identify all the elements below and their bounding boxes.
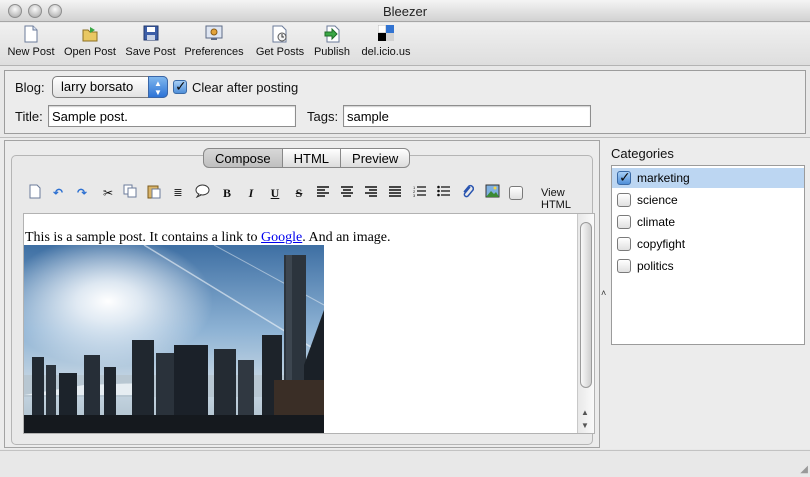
delicious-icon bbox=[357, 24, 415, 45]
open-post-button[interactable]: Open Post bbox=[60, 25, 120, 58]
new-document-icon[interactable] bbox=[26, 184, 44, 202]
title-bar: Bleezer bbox=[0, 0, 810, 22]
category-label: science bbox=[637, 193, 678, 207]
view-html-checkbox[interactable] bbox=[509, 186, 523, 200]
status-bar: ◢ bbox=[0, 450, 810, 477]
main-area: Compose HTML Preview ↶ ↷ ✂ ≣ B I U S 1 2… bbox=[0, 137, 810, 449]
blog-select[interactable]: larry borsato ▲ ▼ bbox=[52, 76, 168, 98]
publish-label: Publish bbox=[313, 46, 351, 58]
toolbar: New Post Open Post Save Post Preferences… bbox=[0, 23, 810, 66]
category-item[interactable]: politics bbox=[612, 256, 804, 276]
delicious-label: del.icio.us bbox=[361, 46, 411, 58]
svg-text:3: 3 bbox=[413, 193, 416, 197]
ordered-list-icon[interactable]: 123 bbox=[410, 184, 428, 202]
new-post-label: New Post bbox=[7, 46, 55, 58]
quote-icon[interactable] bbox=[193, 184, 211, 202]
publish-icon bbox=[310, 25, 354, 45]
underline-icon[interactable]: U bbox=[266, 184, 284, 202]
title-input[interactable]: Sample post. bbox=[48, 105, 296, 127]
select-arrows-icon: ▲ ▼ bbox=[148, 76, 168, 98]
category-item[interactable]: science bbox=[612, 190, 804, 210]
copy-icon[interactable] bbox=[121, 184, 139, 202]
category-label: climate bbox=[637, 215, 676, 229]
category-checkbox[interactable] bbox=[617, 259, 631, 273]
unordered-list-icon[interactable] bbox=[434, 184, 452, 202]
clear-after-posting-label: Clear after posting bbox=[192, 80, 299, 95]
open-post-icon bbox=[60, 25, 120, 45]
category-item[interactable]: ✓ marketing bbox=[612, 168, 804, 188]
justify-icon[interactable] bbox=[386, 184, 404, 202]
clear-after-posting-checkbox[interactable]: ✓ bbox=[173, 78, 187, 94]
editor-scrollbar[interactable]: ▲ ▼ bbox=[577, 214, 594, 433]
tab-compose[interactable]: Compose bbox=[203, 148, 283, 168]
google-link[interactable]: Google bbox=[261, 230, 302, 245]
redo-icon[interactable]: ↷ bbox=[73, 184, 91, 202]
paragraph-format-icon[interactable]: ≣ bbox=[169, 184, 187, 202]
app-window: Bleezer New Post Open Post Save Post Pre… bbox=[0, 0, 810, 477]
checkmark-icon: ✓ bbox=[619, 169, 631, 185]
align-center-icon[interactable] bbox=[338, 184, 356, 202]
cut-icon[interactable]: ✂ bbox=[99, 184, 117, 202]
body-text-start: This is a sample post. It contains a lin… bbox=[25, 230, 262, 245]
new-post-button[interactable]: New Post bbox=[5, 25, 57, 58]
insert-link-icon[interactable] bbox=[459, 184, 477, 202]
get-posts-icon bbox=[252, 25, 308, 45]
body-text-end: . And an image. bbox=[302, 230, 391, 245]
save-post-label: Save Post bbox=[125, 46, 176, 58]
delicious-button[interactable]: del.icio.us bbox=[357, 24, 415, 58]
split-view-handle-icon[interactable]: ˄ bbox=[601, 288, 606, 298]
italic-icon[interactable]: I bbox=[242, 184, 260, 202]
strikethrough-icon[interactable]: S bbox=[290, 184, 308, 202]
publish-button[interactable]: Publish bbox=[310, 25, 354, 58]
title-label: Title: bbox=[15, 109, 43, 124]
post-body-text: This is a sample post. It contains a lin… bbox=[25, 230, 391, 246]
get-posts-button[interactable]: Get Posts bbox=[252, 25, 308, 58]
insert-image-icon[interactable] bbox=[483, 184, 501, 202]
checkmark-icon: ✓ bbox=[175, 78, 187, 94]
tags-input[interactable]: sample bbox=[343, 105, 591, 127]
tags-label: Tags: bbox=[307, 109, 339, 124]
post-info-panel: Blog: larry borsato ▲ ▼ ✓ Clear after pos… bbox=[4, 70, 806, 134]
open-post-label: Open Post bbox=[64, 46, 116, 58]
category-label: politics bbox=[637, 259, 674, 273]
category-item[interactable]: climate bbox=[612, 212, 804, 232]
categories-title: Categories bbox=[611, 146, 674, 161]
city-skyline-image bbox=[24, 245, 324, 433]
save-post-icon bbox=[123, 25, 178, 45]
blog-select-value: larry borsato bbox=[61, 79, 134, 94]
formatting-toolbar: ↶ ↷ ✂ ≣ B I U S 1 2 3 View HTML bbox=[19, 182, 597, 211]
undo-icon[interactable]: ↶ bbox=[49, 184, 67, 202]
category-label: copyfight bbox=[637, 237, 686, 251]
new-post-icon bbox=[5, 25, 57, 45]
category-checkbox[interactable] bbox=[617, 193, 631, 207]
preferences-label: Preferences bbox=[184, 46, 244, 58]
save-post-button[interactable]: Save Post bbox=[123, 25, 178, 58]
category-label: marketing bbox=[637, 171, 690, 185]
editor-tabs: Compose HTML Preview bbox=[203, 148, 411, 168]
align-right-icon[interactable] bbox=[362, 184, 380, 202]
category-checkbox[interactable]: ✓ bbox=[617, 169, 631, 185]
preferences-button[interactable]: Preferences bbox=[181, 25, 247, 58]
preferences-icon bbox=[181, 25, 247, 45]
category-item[interactable]: copyfight bbox=[612, 234, 804, 254]
category-checkbox[interactable] bbox=[617, 237, 631, 251]
category-checkbox[interactable] bbox=[617, 215, 631, 229]
tab-html[interactable]: HTML bbox=[281, 148, 342, 168]
tab-preview[interactable]: Preview bbox=[340, 148, 411, 168]
scroll-up-arrow-icon[interactable]: ▲ bbox=[581, 408, 589, 417]
editor-panel: Compose HTML Preview ↶ ↷ ✂ ≣ B I U S 1 2… bbox=[4, 140, 600, 448]
bold-icon[interactable]: B bbox=[218, 184, 236, 202]
categories-list: ✓ marketing science climate copyfight po… bbox=[611, 165, 805, 345]
scrollbar-thumb[interactable] bbox=[580, 222, 592, 388]
blog-label: Blog: bbox=[15, 80, 45, 95]
get-posts-label: Get Posts bbox=[255, 46, 305, 58]
window-title: Bleezer bbox=[382, 4, 428, 19]
paste-icon[interactable] bbox=[145, 184, 163, 202]
align-left-icon[interactable] bbox=[314, 184, 332, 202]
resize-grip-icon[interactable]: ◢ bbox=[800, 464, 808, 475]
scroll-down-arrow-icon[interactable]: ▼ bbox=[581, 421, 589, 430]
view-html-label: View HTML bbox=[541, 187, 571, 211]
compose-editor[interactable]: This is a sample post. It contains a lin… bbox=[23, 213, 595, 434]
